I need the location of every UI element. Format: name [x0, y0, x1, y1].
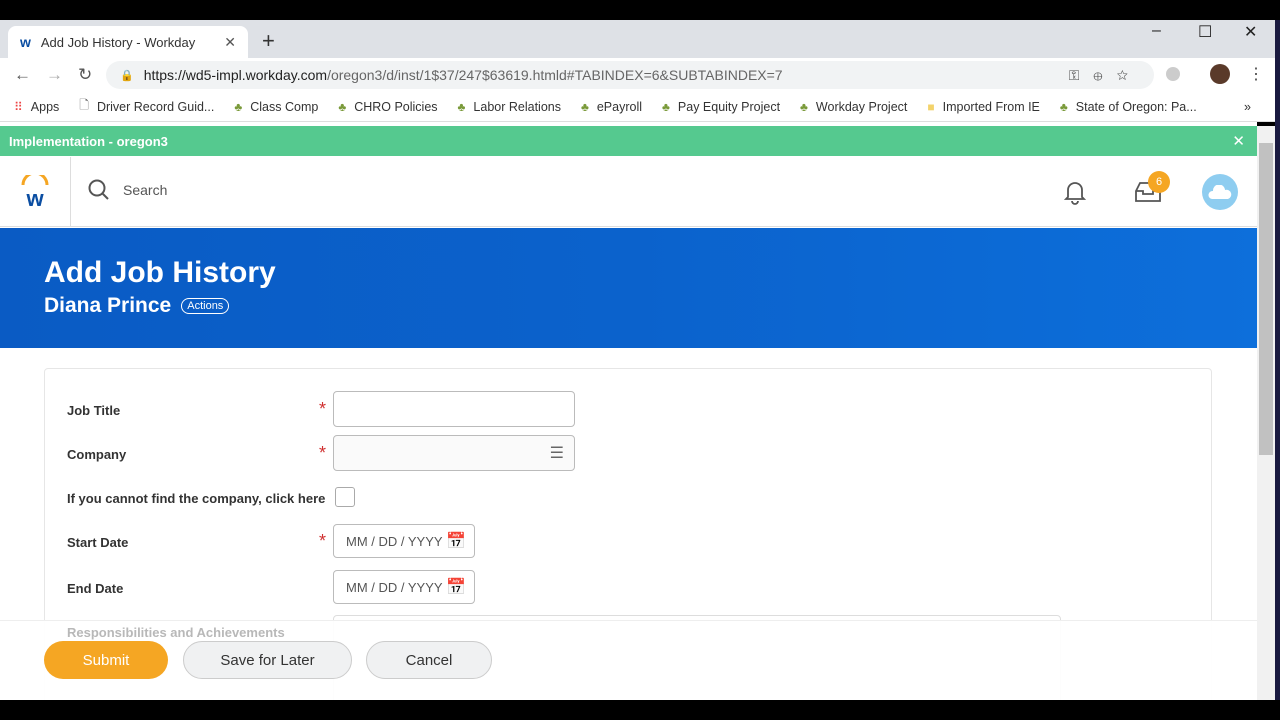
cloud-icon	[1208, 185, 1232, 199]
page-title: Add Job History	[44, 256, 276, 289]
workday-logo[interactable]: w	[0, 157, 71, 227]
extension-icon[interactable]	[1166, 67, 1180, 81]
browser-tab-bar: w Add Job History - Workday ✕ + – ☐ ✕	[0, 20, 1275, 58]
bookmarks-bar: ⠿ Apps 🗋 Driver Record Guid... ♣ Class Comp…	[0, 92, 1275, 122]
bookmark[interactable]: 🗋 Driver Record Guid...	[79, 96, 214, 117]
calendar-icon[interactable]: 📅	[446, 577, 466, 597]
url-host: https://wd5-impl.workday.com	[143, 67, 328, 83]
inbox-count-badge: 6	[1148, 171, 1170, 193]
search-input[interactable]: Search	[88, 179, 167, 201]
job-title-input[interactable]	[333, 391, 575, 427]
bookmark[interactable]: ♣ ePayroll	[581, 100, 642, 114]
bookmark[interactable]: ♣ State of Oregon: Pa...	[1060, 100, 1197, 114]
page-banner: Add Job History Diana Prince Actions	[0, 228, 1257, 348]
tab-title: Add Job History - Workday	[40, 34, 196, 50]
minimize-icon[interactable]: –	[1152, 22, 1161, 40]
address-bar-row: ← → ↻ 🔒 https://wd5-impl.workday.com/ore…	[0, 58, 1275, 92]
list-icon[interactable]: ☰	[550, 443, 564, 463]
forward-icon[interactable]: →	[46, 65, 63, 85]
end-date-label: End Date	[67, 581, 124, 596]
start-date-label: Start Date	[67, 535, 129, 550]
lock-icon: 🔒	[120, 69, 134, 82]
bookmark[interactable]: ♣ Workday Project	[800, 100, 907, 114]
svg-text:w: w	[25, 186, 44, 209]
profile-avatar[interactable]	[1210, 64, 1230, 84]
required-icon: *	[319, 443, 327, 463]
maximize-icon[interactable]: ☐	[1198, 22, 1212, 42]
start-date-input[interactable]: MM / DD / YYYY 📅	[333, 524, 475, 558]
back-icon[interactable]: ←	[14, 65, 31, 85]
required-icon: *	[319, 399, 327, 419]
notifications-bell-icon[interactable]	[1063, 179, 1087, 210]
menu-icon[interactable]: ⋮	[1248, 64, 1264, 84]
workday-header: w Search 6	[0, 157, 1257, 227]
worker-name: Diana Prince Actions	[44, 294, 230, 318]
more-bookmarks-button[interactable]: »	[1244, 100, 1251, 114]
bookmark[interactable]: ♣ Pay Equity Project	[662, 100, 780, 114]
bookmark-folder[interactable]: ■ Imported From IE	[927, 100, 1040, 114]
job-title-label: Job Title	[67, 403, 121, 418]
new-tab-button[interactable]: +	[262, 28, 275, 54]
bookmark[interactable]: ♣ CHRO Policies	[338, 100, 437, 114]
save-for-later-button[interactable]: Save for Later	[183, 641, 352, 679]
calendar-icon[interactable]: 📅	[446, 531, 466, 551]
cannot-find-company-label: If you cannot find the company, click he…	[67, 491, 326, 506]
required-icon: *	[319, 531, 327, 551]
profile-cloud-avatar[interactable]	[1202, 174, 1238, 210]
screen-edge	[1275, 20, 1280, 700]
company-label: Company	[67, 447, 127, 462]
close-window-icon[interactable]: ✕	[1244, 22, 1257, 42]
company-input[interactable]: ☰	[333, 435, 575, 471]
workday-favicon-icon: w	[20, 34, 31, 50]
url-input[interactable]: 🔒 https://wd5-impl.workday.com/oregon3/d…	[106, 61, 1154, 89]
bookmark-apps[interactable]: ⠿ Apps	[14, 100, 59, 114]
bookmark[interactable]: ♣ Class Comp	[234, 100, 318, 114]
scrollbar-thumb[interactable]	[1259, 143, 1273, 455]
environment-banner: Implementation - oregon3 ✕	[0, 126, 1257, 156]
browser-tab[interactable]: w Add Job History - Workday ✕	[8, 26, 248, 58]
url-path: /oregon3/d/inst/1$37/247$63619.htmld#TAB…	[327, 67, 783, 83]
responsibilities-label: Responsibilities and Achievements	[67, 625, 285, 640]
close-icon[interactable]: ✕	[1232, 132, 1245, 150]
bookmark[interactable]: ♣ Labor Relations	[458, 100, 561, 114]
reload-icon[interactable]: ↻	[78, 65, 92, 85]
actions-button[interactable]: Actions	[181, 298, 230, 314]
cannot-find-company-checkbox[interactable]	[335, 487, 355, 507]
end-date-input[interactable]: MM / DD / YYYY 📅	[333, 570, 475, 604]
submit-button[interactable]: Submit	[44, 641, 168, 679]
search-icon	[88, 179, 109, 200]
close-tab-icon[interactable]: ✕	[224, 34, 236, 51]
workday-page: Implementation - oregon3 ✕ w Search 6 Ad…	[0, 122, 1257, 700]
key-zoom-star-icons[interactable]: ⚿⊕☆	[1069, 67, 1142, 84]
cancel-button[interactable]: Cancel	[366, 641, 492, 679]
